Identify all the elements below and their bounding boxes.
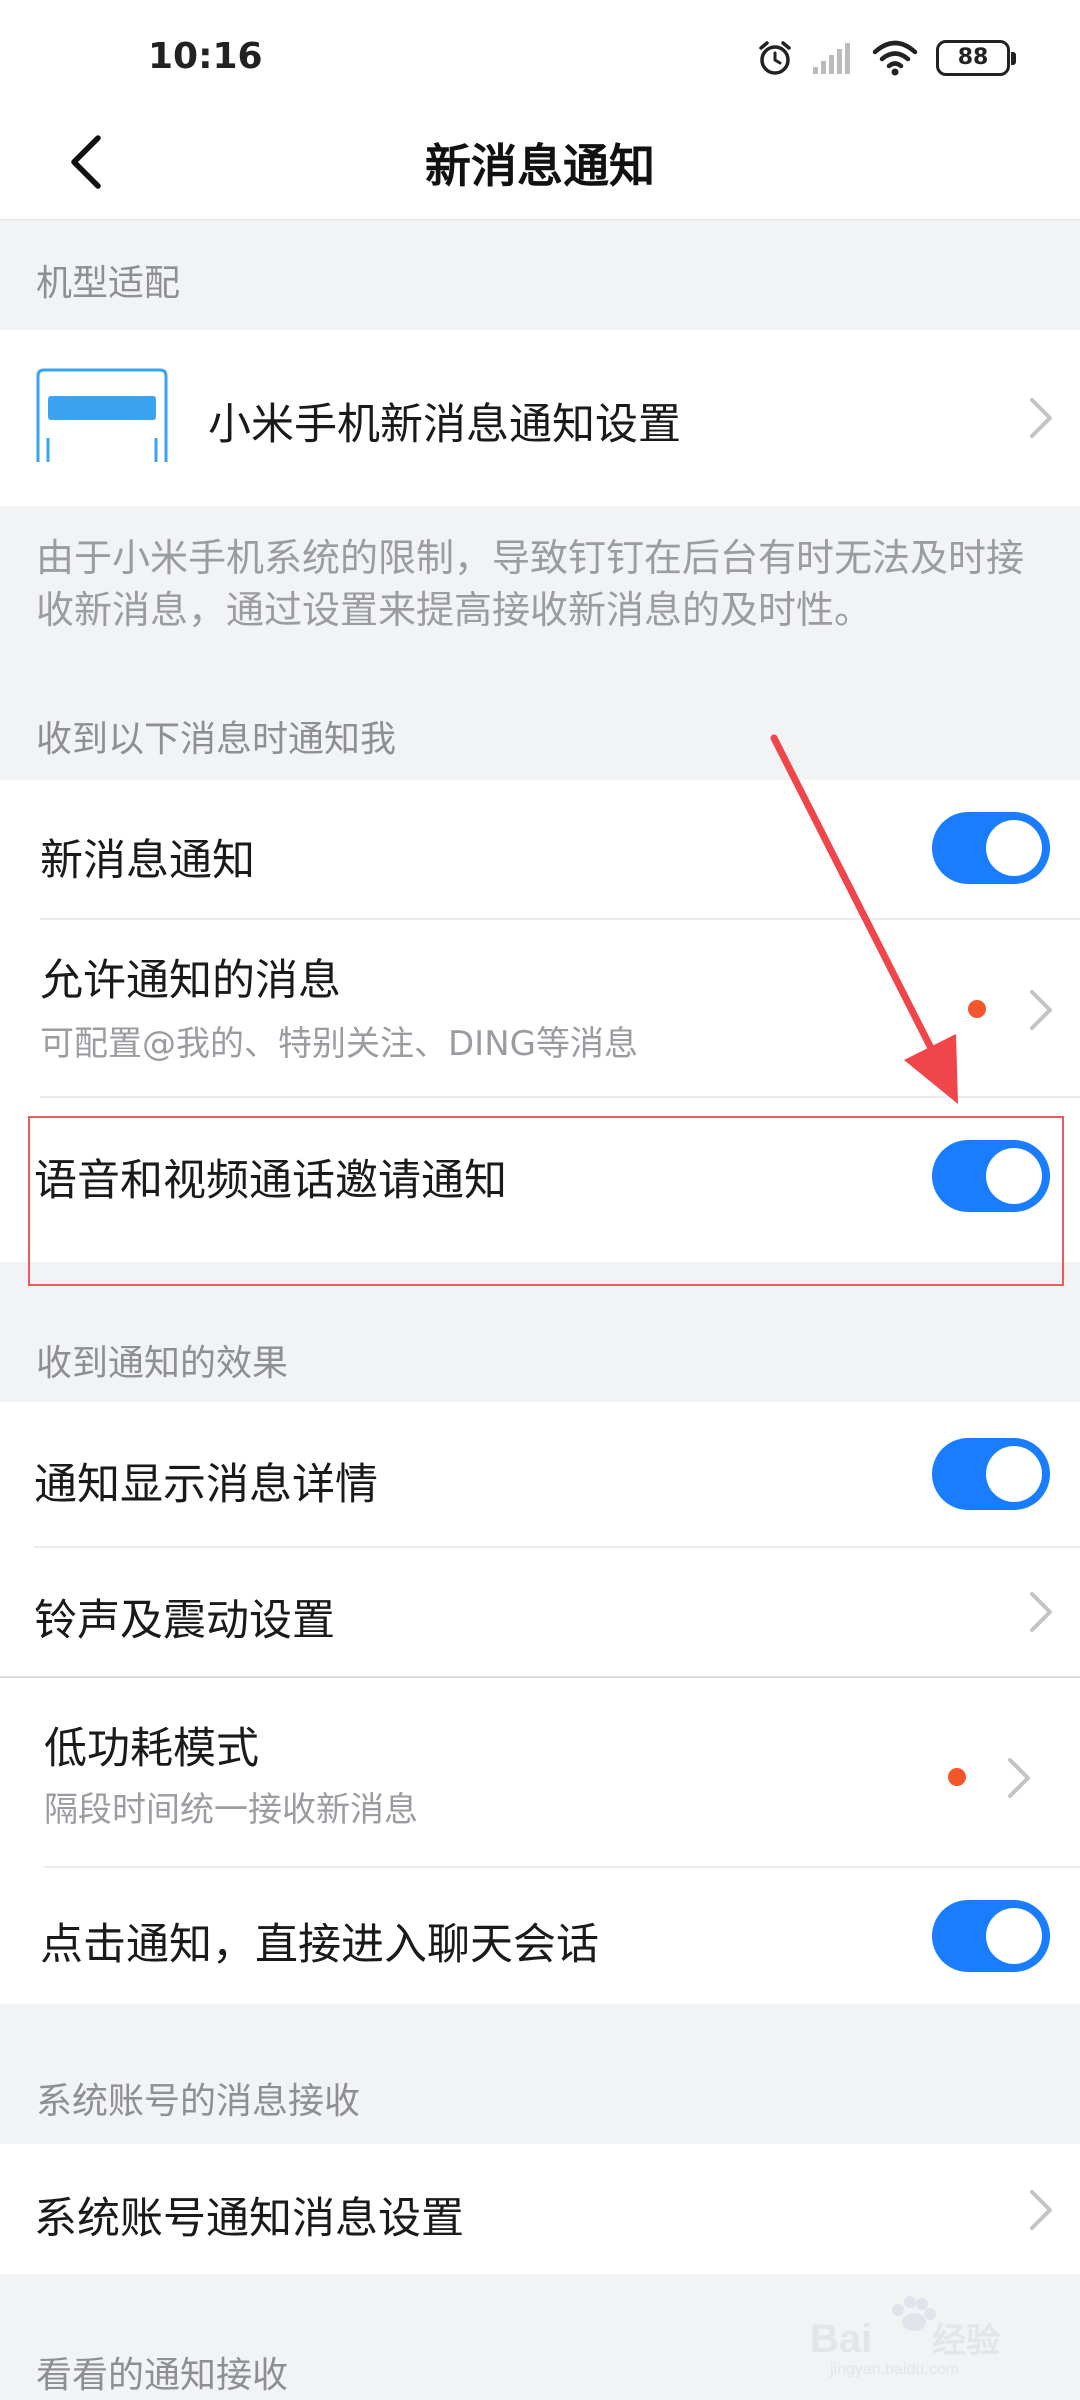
- svg-text:Bai: Bai: [810, 2317, 872, 2361]
- phone-icon: [36, 368, 168, 462]
- new-message-notify-label: 新消息通知: [40, 836, 255, 886]
- new-message-notify-row: 新消息通知: [0, 780, 1080, 918]
- chevron-right-icon: [1030, 1592, 1052, 1632]
- section-label-effects: 收到通知的效果: [36, 1343, 289, 1384]
- section-label-watch: 看看的通知接收: [36, 2355, 289, 2396]
- section-label-notify-me: 收到以下消息时通知我: [36, 719, 397, 760]
- tap-to-chat-toggle[interactable]: [932, 1900, 1050, 1972]
- badge-dot: [948, 1768, 966, 1786]
- system-account-settings-label: 系统账号通知消息设置: [34, 2194, 464, 2244]
- status-time: 10:16: [148, 36, 263, 77]
- toggle-knob: [986, 1908, 1042, 1964]
- baidu-jingyan-watermark: Bai 经验 jingyan.baidu.com: [810, 2296, 1000, 2378]
- tap-to-chat-row: 点击通知，直接进入聊天会话: [0, 1868, 1080, 2004]
- chevron-right-icon: [1030, 2190, 1052, 2230]
- battery-icon: 88: [936, 40, 1016, 76]
- allowed-messages-row[interactable]: 允许通知的消息 可配置@我的、特别关注、DING等消息: [0, 920, 1080, 1096]
- signal-icon: [813, 43, 850, 74]
- toggle-knob: [986, 820, 1042, 876]
- system-account-settings-item[interactable]: 系统账号通知消息设置: [0, 2144, 1080, 2274]
- svg-text:经验: 经验: [932, 2321, 1000, 2360]
- ringtone-vibrate-row[interactable]: 铃声及震动设置: [0, 1548, 1080, 1676]
- section-label-system-accounts: 系统账号的消息接收: [36, 2081, 361, 2122]
- tap-to-chat-label: 点击通知，直接进入聊天会话: [40, 1920, 599, 1970]
- chevron-right-icon: [1008, 1758, 1030, 1798]
- show-details-toggle[interactable]: [932, 1438, 1050, 1510]
- wifi-icon: [872, 40, 918, 76]
- badge-dot: [968, 1000, 986, 1018]
- toggle-knob: [986, 1446, 1042, 1502]
- page-title: 新消息通知: [425, 139, 655, 193]
- low-power-mode-row[interactable]: 低功耗模式 隔段时间统一接收新消息: [0, 1678, 1080, 1866]
- new-message-notify-toggle[interactable]: [932, 812, 1050, 884]
- chevron-right-icon: [1030, 398, 1052, 438]
- chevron-right-icon: [1030, 990, 1052, 1030]
- effects-card: 通知显示消息详情 铃声及震动设置 低功耗模式 隔段时间统一接收新消息 点击通知，…: [0, 1402, 1080, 2004]
- show-details-label: 通知显示消息详情: [34, 1460, 378, 1510]
- xiaomi-limit-info: 由于小米手机系统的限制，导致钉钉在后台有时无法及时接收新消息，通过设置来提高接收…: [36, 536, 1025, 632]
- show-details-row: 通知显示消息详情: [0, 1402, 1080, 1546]
- allowed-messages-label: 允许通知的消息: [40, 956, 341, 1006]
- alarm-icon: [759, 41, 791, 75]
- nav-bar: 新消息通知: [0, 100, 1080, 220]
- ringtone-vibrate-label: 铃声及震动设置: [34, 1596, 335, 1646]
- xiaomi-notify-settings-item[interactable]: 小米手机新消息通知设置: [0, 330, 1080, 506]
- section-label-model-adapt: 机型适配: [36, 263, 181, 304]
- status-icons: 88: [756, 38, 1016, 78]
- allowed-messages-subtitle: 可配置@我的、特别关注、DING等消息: [40, 1024, 638, 1064]
- svg-text:jingyan.baidu.com: jingyan.baidu.com: [829, 2361, 959, 2378]
- low-power-mode-subtitle: 隔段时间统一接收新消息: [44, 1790, 418, 1830]
- xiaomi-notify-settings-label: 小米手机新消息通知设置: [208, 400, 681, 450]
- annotation-highlight-box: [28, 1116, 1064, 1286]
- low-power-mode-label: 低功耗模式: [44, 1724, 259, 1774]
